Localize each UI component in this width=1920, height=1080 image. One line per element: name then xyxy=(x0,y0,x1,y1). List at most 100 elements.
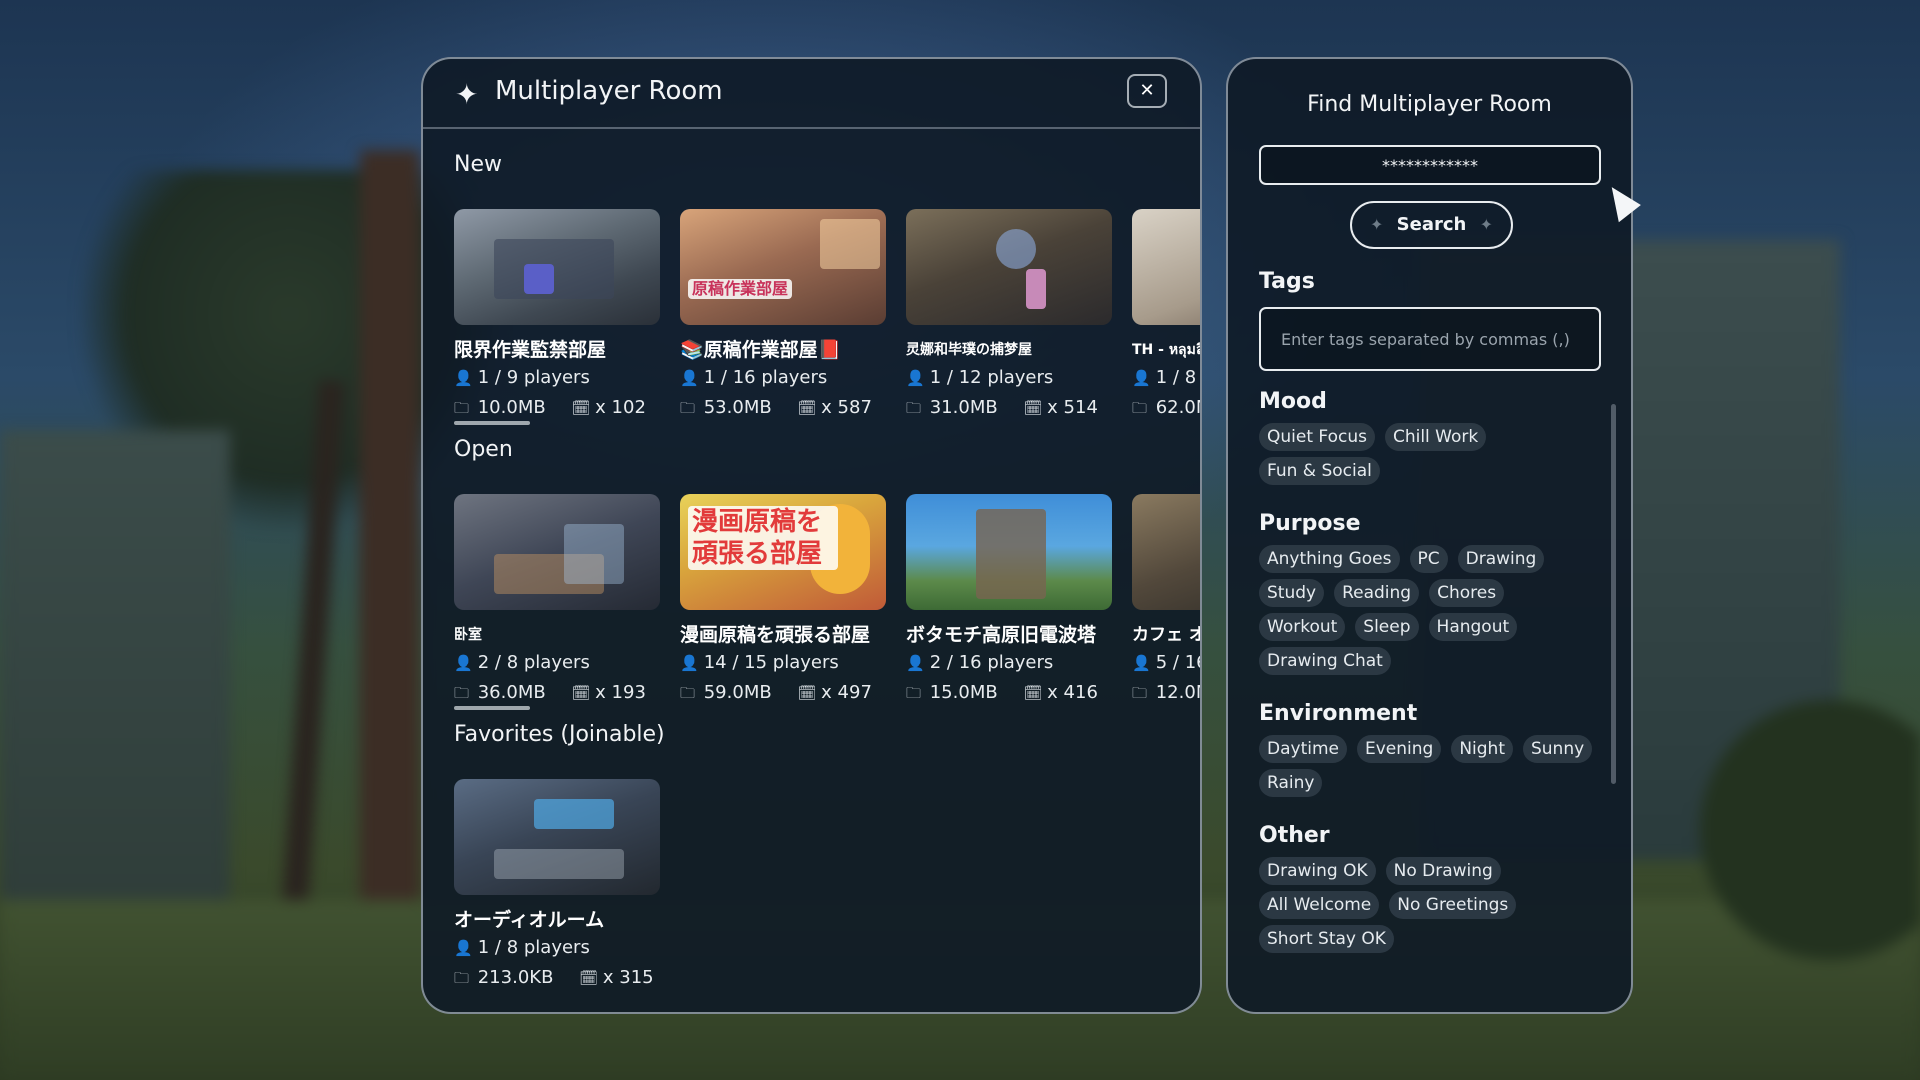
tag-chip[interactable]: Daytime xyxy=(1259,735,1347,763)
tag-group-purpose: Anything Goes PC Drawing Study Reading C… xyxy=(1259,545,1599,675)
room-card[interactable]: オーディオルーム 👤 1 / 8 players 🗀 213.0KB 🗓 x 3… xyxy=(454,779,660,989)
folder-icon: 🗀 xyxy=(1132,684,1148,702)
tag-chip[interactable]: No Drawing xyxy=(1385,857,1501,885)
tag-chip[interactable]: Drawing OK xyxy=(1259,857,1376,885)
calendar-icon: 🗓 xyxy=(1023,684,1043,702)
panel-title: Multiplayer Room xyxy=(495,76,723,106)
tag-chip[interactable]: Chores xyxy=(1429,579,1505,607)
room-card[interactable]: 灵娜和毕璞の捕梦屋 👤 1 / 12 players 🗀 31.0MB 🗓 x … xyxy=(906,209,1112,419)
tag-chip[interactable]: No Greetings xyxy=(1389,891,1517,919)
section-title-new: New xyxy=(454,152,502,177)
room-name: 限界作業監禁部屋 xyxy=(454,339,607,361)
room-thumbnail xyxy=(1132,209,1200,325)
search-button[interactable]: ✦ Search ✦ xyxy=(1350,201,1513,249)
room-size: 62.0M xyxy=(1155,397,1200,418)
room-size: 213.0KB xyxy=(477,967,554,988)
folder-icon: 🗀 xyxy=(906,399,922,417)
tag-chip[interactable]: Evening xyxy=(1356,735,1442,763)
tag-chip[interactable]: Night xyxy=(1451,735,1513,763)
tag-group-other: Drawing OK No Drawing All Welcome No Gre… xyxy=(1259,857,1599,953)
folder-icon: 🗀 xyxy=(454,684,470,702)
room-players: 👤 1 / 12 players xyxy=(906,367,1054,388)
room-stats: 🗀 10.0MB 🗓 x 102 xyxy=(454,397,666,423)
person-icon: 👤 xyxy=(906,654,925,672)
room-count: x 102 xyxy=(595,397,646,418)
tag-group-title: Other xyxy=(1259,823,1330,848)
calendar-icon: 🗓 xyxy=(1023,399,1043,417)
tag-chip[interactable]: PC xyxy=(1409,545,1448,573)
calendar-icon: 🗓 xyxy=(571,399,591,417)
room-card[interactable]: 原稿作業部屋 📚原稿作業部屋📕 👤 1 / 16 players 🗀 53.0M… xyxy=(680,209,886,419)
room-name: カフェ オ xyxy=(1132,625,1202,645)
tag-chip[interactable]: Chill Work xyxy=(1384,423,1487,451)
tag-chip[interactable]: Quiet Focus xyxy=(1259,423,1375,451)
room-panel-header: ✦ Multiplayer Room ✕ xyxy=(423,59,1200,129)
tag-chip[interactable]: All Welcome xyxy=(1259,891,1380,919)
room-stats: 🗀 15.0MB 🗓 x 416 xyxy=(906,682,1118,708)
tag-group-title: Purpose xyxy=(1259,511,1361,536)
tag-group-environment: Daytime Evening Night Sunny Rainy xyxy=(1259,735,1599,797)
room-count: x 193 xyxy=(595,682,646,703)
search-button-label: Search xyxy=(1396,214,1467,235)
room-name: 📚原稿作業部屋📕 xyxy=(680,339,842,361)
sparkle-icon: ✦ xyxy=(455,78,479,111)
room-name: TH - หลุมลึ xyxy=(1132,342,1202,358)
tag-chip[interactable]: Hangout xyxy=(1428,613,1518,641)
room-players: 👤 2 / 8 players xyxy=(454,652,590,673)
room-thumbnail xyxy=(1132,494,1200,610)
room-name: 灵娜和毕璞の捕梦屋 xyxy=(906,342,1032,358)
tag-chip[interactable]: Drawing Chat xyxy=(1259,647,1391,675)
tag-chip[interactable]: Sleep xyxy=(1355,613,1419,641)
room-search-input[interactable] xyxy=(1259,145,1601,185)
tags-input[interactable] xyxy=(1259,307,1601,371)
room-size: 31.0MB xyxy=(929,397,998,418)
room-size: 59.0MB xyxy=(703,682,772,703)
room-count: x 416 xyxy=(1047,682,1098,703)
room-card[interactable]: TH - หลุมลึ 👤 1 / 8 🗀 62.0M xyxy=(1132,209,1202,419)
tag-chip[interactable]: Fun & Social xyxy=(1259,457,1380,485)
tag-chip[interactable]: Rainy xyxy=(1259,769,1323,797)
room-card[interactable]: カフェ オ 👤 5 / 16 🗀 12.0M xyxy=(1132,494,1202,704)
room-card[interactable]: 漫画原稿を頑張る部屋 漫画原稿を頑張る部屋 👤 14 / 15 players … xyxy=(680,494,886,704)
thumbnail-text: 原稿作業部屋 xyxy=(688,279,793,299)
tag-chip[interactable]: Short Stay OK xyxy=(1259,925,1394,953)
tag-chip[interactable]: Workout xyxy=(1259,613,1346,641)
tag-chip[interactable]: Drawing xyxy=(1457,545,1545,573)
calendar-icon: 🗓 xyxy=(579,969,599,987)
room-card[interactable]: 卧室 👤 2 / 8 players 🗀 36.0MB 🗓 x 193 xyxy=(454,494,660,710)
tag-list: Mood Quiet Focus Chill Work Fun & Social… xyxy=(1259,389,1599,989)
person-icon: 👤 xyxy=(680,654,699,672)
tag-chip[interactable]: Anything Goes xyxy=(1259,545,1400,573)
tag-list-scrollbar[interactable] xyxy=(1611,404,1616,784)
room-stats: 🗀 59.0MB 🗓 x 497 xyxy=(680,682,892,708)
room-count: x 514 xyxy=(1047,397,1098,418)
room-count: x 587 xyxy=(821,397,872,418)
tag-chip[interactable]: Study xyxy=(1259,579,1325,607)
multiplayer-room-panel: ✦ Multiplayer Room ✕ New 限界作業監禁部屋 👤 1 / … xyxy=(421,57,1202,1014)
room-name: 卧室 xyxy=(454,627,482,643)
room-name: オーディオルーム xyxy=(454,909,605,931)
room-thumbnail: 原稿作業部屋 xyxy=(680,209,886,325)
room-size: 10.0MB xyxy=(477,397,546,418)
room-thumbnail xyxy=(454,779,660,895)
selection-underline xyxy=(454,421,530,425)
folder-icon: 🗀 xyxy=(680,399,696,417)
room-players: 👤 1 / 16 players xyxy=(680,367,828,388)
room-card[interactable]: ボタモチ高原旧電波塔 👤 2 / 16 players 🗀 15.0MB 🗓 x… xyxy=(906,494,1112,704)
tag-chip[interactable]: Reading xyxy=(1334,579,1420,607)
room-players: 👤 1 / 9 players xyxy=(454,367,590,388)
room-size: 12.0M xyxy=(1155,682,1200,703)
room-card[interactable]: 限界作業監禁部屋 👤 1 / 9 players 🗀 10.0MB 🗓 x 10… xyxy=(454,209,660,425)
close-button[interactable]: ✕ xyxy=(1127,74,1167,108)
room-stats: 🗀 31.0MB 🗓 x 514 xyxy=(906,397,1118,423)
thumbnail-text: 漫画原稿を頑張る部屋 xyxy=(688,506,838,570)
person-icon: 👤 xyxy=(1132,654,1151,672)
folder-icon: 🗀 xyxy=(680,684,696,702)
calendar-icon: 🗓 xyxy=(797,684,817,702)
person-icon: 👤 xyxy=(906,369,925,387)
room-thumbnail: 漫画原稿を頑張る部屋 xyxy=(680,494,886,610)
tag-chip[interactable]: Sunny xyxy=(1522,735,1593,763)
room-players: 👤 5 / 16 xyxy=(1132,652,1200,673)
room-thumbnail xyxy=(454,209,660,325)
room-size: 15.0MB xyxy=(929,682,998,703)
